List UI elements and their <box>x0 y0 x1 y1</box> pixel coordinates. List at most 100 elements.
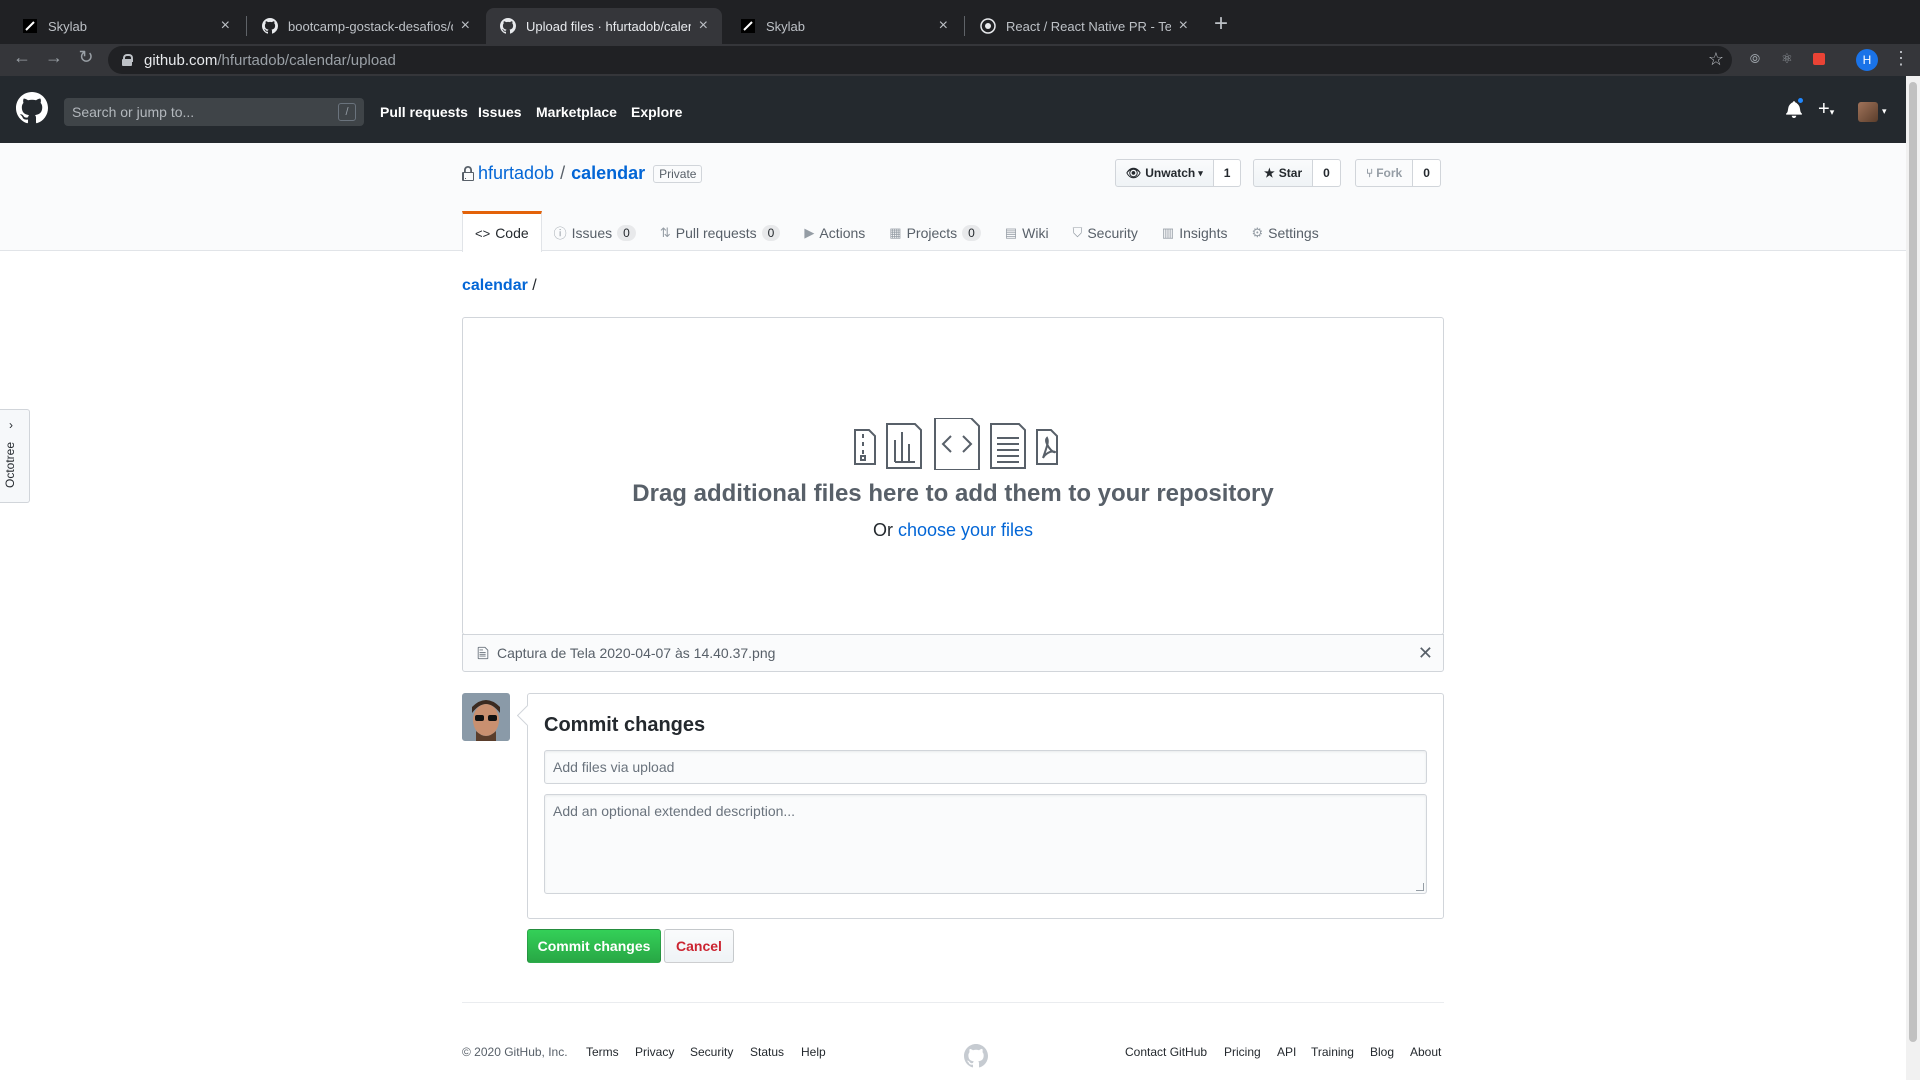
footer-link-about[interactable]: About <box>1410 1045 1441 1059</box>
star-count[interactable]: 0 <box>1313 159 1341 187</box>
nav-pull-requests[interactable]: Pull requests <box>380 104 468 120</box>
repo-name-link[interactable]: calendar <box>571 163 645 184</box>
user-avatar[interactable] <box>1858 102 1878 122</box>
close-tab-icon[interactable]: × <box>939 17 948 35</box>
remove-file-icon[interactable]: ✕ <box>1418 643 1433 664</box>
tab-title: React / React Native PR - Teamw <box>1006 18 1171 34</box>
nav-explore[interactable]: Explore <box>631 104 682 120</box>
footer-link-training[interactable]: Training <box>1311 1045 1354 1059</box>
footer-link-status[interactable]: Status <box>750 1045 784 1059</box>
breadcrumb: calendar / <box>462 277 537 295</box>
footer-link-security[interactable]: Security <box>690 1045 733 1059</box>
create-new-plus-icon[interactable]: +▾ <box>1818 98 1834 121</box>
browser-menu-icon[interactable]: ⋮ <box>1892 48 1910 69</box>
octotree-toggle[interactable]: › Octotree <box>0 409 30 503</box>
tab-pull-requests[interactable]: ⇅ Pull requests 0 <box>648 211 793 251</box>
choose-files-link[interactable]: choose your files <box>898 520 1033 540</box>
tab-projects[interactable]: ▦ Projects 0 <box>877 211 993 251</box>
footer-link-blog[interactable]: Blog <box>1370 1045 1394 1059</box>
unwatch-button[interactable]: 👁 Unwatch ▾ <box>1115 159 1214 187</box>
github-mark-icon[interactable] <box>964 1044 988 1068</box>
file-drop-zone[interactable]: Drag additional files here to add them t… <box>462 317 1444 635</box>
fork-count[interactable]: 0 <box>1413 159 1441 187</box>
commit-description-textarea[interactable]: Add an optional extended description... <box>544 794 1427 894</box>
address-bar[interactable]: github.com/hfurtadob/calendar/upload ☆ <box>108 46 1732 74</box>
reload-icon[interactable]: ↻ <box>74 47 98 68</box>
tab-code[interactable]: <> Code <box>462 211 542 252</box>
extension-icon[interactable]: ⦾ <box>1746 50 1764 68</box>
browser-tab[interactable]: React / React Native PR - Teamw × <box>966 8 1202 44</box>
repo-path-separator: / <box>560 163 566 183</box>
repo-owner-link[interactable]: hfurtadob <box>478 163 554 184</box>
browser-toolbar: ← → ↻ github.com/hfurtadob/calendar/uplo… <box>0 44 1920 76</box>
nav-marketplace[interactable]: Marketplace <box>536 104 617 120</box>
star-button-group: ★ Star 0 <box>1253 159 1341 187</box>
octotree-label: Octotree <box>3 441 17 488</box>
chevron-down-icon: ▾ <box>1882 106 1887 116</box>
github-icon <box>262 18 278 34</box>
tab-insights[interactable]: ▥ Insights <box>1150 211 1240 251</box>
watch-count[interactable]: 1 <box>1213 159 1242 187</box>
browser-tab-strip: Skylab × bootcamp-gostack-desafios/de × … <box>0 0 1920 44</box>
tab-security[interactable]: ⛉ Security <box>1061 211 1150 251</box>
close-tab-icon[interactable]: × <box>1179 17 1188 35</box>
browser-tab[interactable]: bootcamp-gostack-desafios/de × <box>248 8 484 44</box>
footer-link-privacy[interactable]: Privacy <box>635 1045 674 1059</box>
tab-label: Insights <box>1179 224 1228 241</box>
skylab-icon <box>740 18 756 34</box>
profile-avatar[interactable]: H <box>1856 49 1878 71</box>
tab-settings[interactable]: ⚙ Settings <box>1239 211 1330 251</box>
uploaded-file-row: Captura de Tela 2020-04-07 às 14.40.37.p… <box>462 634 1444 672</box>
commit-summary-input[interactable]: Add files via upload <box>544 750 1427 784</box>
new-tab-icon[interactable]: + <box>1214 10 1228 38</box>
tab-separator <box>246 16 247 36</box>
back-icon[interactable]: ← <box>10 47 34 68</box>
tab-actions[interactable]: ▶ Actions <box>792 211 877 251</box>
book-icon: ▤ <box>1004 224 1018 240</box>
github-logo-icon[interactable] <box>16 92 48 124</box>
browser-tab[interactable]: Skylab × <box>8 8 244 44</box>
teamwork-icon <box>980 18 996 34</box>
resize-handle-icon[interactable] <box>1416 883 1424 891</box>
nav-issues[interactable]: Issues <box>478 104 522 120</box>
browser-tab-active[interactable]: Upload files · hfurtadob/calendar × <box>486 8 722 44</box>
close-tab-icon[interactable]: × <box>699 17 708 35</box>
star-button[interactable]: ★ Star <box>1253 159 1314 187</box>
footer-link-terms[interactable]: Terms <box>586 1045 619 1059</box>
committer-avatar <box>462 693 510 741</box>
play-icon: ▶ <box>804 224 815 240</box>
forward-icon[interactable]: → <box>42 47 66 68</box>
code-icon: <> <box>475 225 491 241</box>
tab-title: bootcamp-gostack-desafios/de <box>288 18 453 34</box>
tab-label: Projects <box>906 224 958 241</box>
footer-link-contact[interactable]: Contact GitHub <box>1125 1045 1207 1059</box>
notification-dot <box>1796 96 1805 105</box>
url-host: github.com <box>144 51 218 69</box>
browser-tab[interactable]: Skylab × <box>726 8 962 44</box>
github-header: Search or jump to... / Pull requests Iss… <box>0 76 1906 143</box>
close-tab-icon[interactable]: × <box>461 17 470 35</box>
close-tab-icon[interactable]: × <box>221 17 230 35</box>
tab-separator <box>964 16 965 36</box>
unwatch-label: Unwatch <box>1145 166 1196 180</box>
bookmark-star-icon[interactable]: ☆ <box>1708 49 1724 70</box>
page-scrollbar[interactable] <box>1906 76 1920 1080</box>
commit-form-title: Commit changes <box>544 714 706 736</box>
notifications-bell-icon[interactable] <box>1786 96 1805 118</box>
extension-react-icon[interactable]: ⚛ <box>1778 50 1796 68</box>
footer-link-api[interactable]: API <box>1277 1045 1296 1059</box>
tab-label: Wiki <box>1022 224 1049 241</box>
search-input[interactable]: Search or jump to... / <box>64 98 364 126</box>
github-icon <box>500 18 516 34</box>
commit-changes-button[interactable]: Commit changes <box>527 929 661 963</box>
tab-issues[interactable]: ⓘ Issues 0 <box>542 211 648 251</box>
extension-icon[interactable] <box>1810 50 1828 68</box>
footer-link-pricing[interactable]: Pricing <box>1224 1045 1261 1059</box>
tab-wiki[interactable]: ▤ Wiki <box>993 211 1061 251</box>
footer-link-help[interactable]: Help <box>801 1045 826 1059</box>
fork-button[interactable]: ⑂ Fork <box>1355 159 1414 187</box>
cancel-button[interactable]: Cancel <box>664 929 734 963</box>
breadcrumb-repo-link[interactable]: calendar <box>462 277 528 294</box>
scrollbar-thumb[interactable] <box>1909 82 1917 1042</box>
footer-copyright: © 2020 GitHub, Inc. <box>462 1045 568 1059</box>
